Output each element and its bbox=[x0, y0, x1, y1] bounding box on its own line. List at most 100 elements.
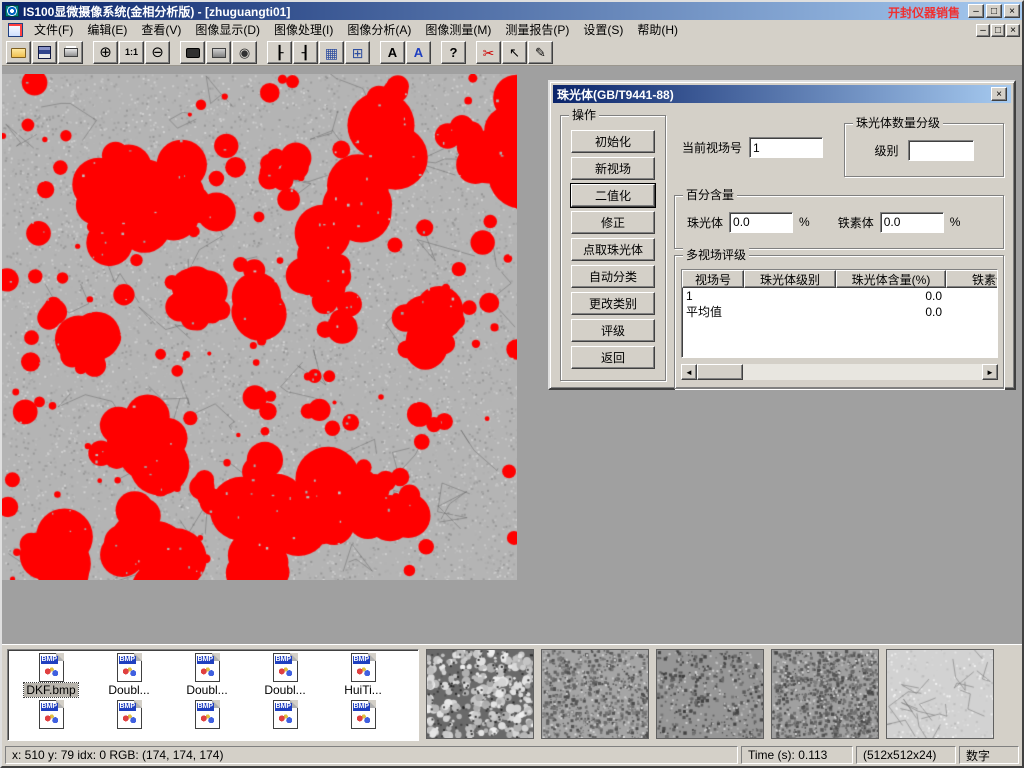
video-capture-button[interactable] bbox=[206, 41, 231, 64]
binarize-button[interactable]: 二值化 bbox=[571, 184, 655, 207]
file-item[interactable]: BMP bbox=[324, 700, 402, 729]
zoom-out-button[interactable]: ⊖ bbox=[145, 41, 170, 64]
menu-item[interactable]: 文件(F) bbox=[27, 21, 80, 39]
grade-level-input[interactable] bbox=[908, 140, 974, 161]
thumbnail-image[interactable] bbox=[656, 649, 764, 739]
window-controls: – □ × bbox=[968, 4, 1020, 18]
mdi-restore-button[interactable]: □ bbox=[991, 24, 1005, 37]
paint-art bbox=[121, 666, 138, 678]
text-style-button[interactable]: A bbox=[406, 41, 431, 64]
change-class-button[interactable]: 更改类别 bbox=[571, 292, 655, 315]
file-item[interactable]: BMPDKF.bmp bbox=[12, 653, 90, 697]
dialog-close-button[interactable]: × bbox=[991, 87, 1007, 101]
paint-art bbox=[121, 713, 138, 725]
thumbnail-image[interactable] bbox=[771, 649, 879, 739]
thumbnail-image[interactable] bbox=[541, 649, 649, 739]
menu-item[interactable]: 帮助(H) bbox=[630, 21, 685, 39]
app-logo-icon bbox=[5, 5, 19, 17]
file-item[interactable]: BMPDoubl... bbox=[246, 653, 324, 697]
camera-button[interactable] bbox=[180, 41, 205, 64]
mdi-close-button[interactable]: × bbox=[1006, 24, 1020, 37]
init-button[interactable]: 初始化 bbox=[571, 130, 655, 153]
table-row[interactable]: 10.0 bbox=[682, 288, 997, 304]
table-row[interactable]: 平均值0.0 bbox=[682, 304, 997, 320]
new-field-button[interactable]: 新视场 bbox=[571, 157, 655, 180]
grading-group: 珠光体数量分级 级别 bbox=[844, 123, 1004, 177]
table-cell bbox=[744, 288, 836, 304]
print-button[interactable] bbox=[58, 41, 83, 64]
file-list[interactable]: BMPDKF.bmpBMPDoubl...BMPDoubl...BMPDoubl… bbox=[7, 649, 419, 741]
file-item[interactable]: BMP bbox=[90, 700, 168, 729]
bmp-badge: BMP bbox=[197, 703, 215, 711]
grid-button[interactable]: ⊞ bbox=[345, 41, 370, 64]
multi-field-group: 多视场评级 视场号珠光体级别珠光体含量(%)铁素体 10.0平均值0.0 ◄ ► bbox=[674, 255, 1004, 389]
calibration-button[interactable]: ▦ bbox=[319, 41, 344, 64]
menu-item[interactable]: 图像分析(A) bbox=[340, 21, 418, 39]
menu-item[interactable]: 查看(V) bbox=[134, 21, 188, 39]
menu-item[interactable]: 图像测量(M) bbox=[418, 21, 498, 39]
pick-pearlite-button[interactable]: 点取珠光体 bbox=[571, 238, 655, 261]
ferrite-percent-input[interactable] bbox=[880, 212, 944, 233]
scrollbar-thumb[interactable] bbox=[697, 364, 743, 380]
close-button[interactable]: × bbox=[1004, 4, 1020, 18]
table-scrollbar[interactable]: ◄ ► bbox=[681, 364, 998, 380]
table-header: 视场号珠光体级别珠光体含量(%)铁素体 bbox=[682, 270, 997, 288]
menu-item[interactable]: 设置(S) bbox=[576, 21, 630, 39]
return-button[interactable]: 返回 bbox=[571, 346, 655, 369]
mdi-document-icon[interactable] bbox=[8, 23, 23, 37]
column-header[interactable]: 珠光体含量(%) bbox=[836, 270, 946, 288]
file-item[interactable]: BMP bbox=[246, 700, 324, 729]
bmp-badge: BMP bbox=[119, 703, 137, 711]
help-button[interactable]: ? bbox=[441, 41, 466, 64]
metallograph-image[interactable] bbox=[2, 74, 517, 580]
status-bar: x: 510 y: 79 idx: 0 RGB: (174, 174, 174)… bbox=[2, 744, 1022, 766]
measure-a-button[interactable]: ┠ bbox=[267, 41, 292, 64]
column-header[interactable]: 铁素体 bbox=[946, 270, 998, 288]
capture-frame-button[interactable]: ◉ bbox=[232, 41, 257, 64]
current-field-label: 当前视场号 bbox=[682, 139, 742, 156]
open-folder-button[interactable] bbox=[6, 41, 31, 64]
thumbnail-image[interactable] bbox=[886, 649, 994, 739]
measure-b-icon: ┨ bbox=[297, 45, 315, 61]
pearlite-percent-input[interactable] bbox=[729, 212, 793, 233]
text-annotation-button[interactable]: A bbox=[380, 41, 405, 64]
color-picker-button[interactable]: ✎ bbox=[528, 41, 553, 64]
thumbnail-image[interactable] bbox=[426, 649, 534, 739]
file-item[interactable]: BMPDoubl... bbox=[90, 653, 168, 697]
file-item[interactable]: BMPDoubl... bbox=[168, 653, 246, 697]
save-button[interactable] bbox=[32, 41, 57, 64]
status-position: x: 510 y: 79 idx: 0 RGB: (174, 174, 174) bbox=[5, 746, 738, 764]
minimize-button[interactable]: – bbox=[968, 4, 984, 18]
column-header[interactable]: 视场号 bbox=[682, 270, 744, 288]
menu-item[interactable]: 测量报告(P) bbox=[498, 21, 576, 39]
column-header[interactable]: 珠光体级别 bbox=[744, 270, 836, 288]
bmp-badge: BMP bbox=[41, 703, 59, 711]
bmp-file-icon: BMP bbox=[195, 700, 220, 729]
menu-item[interactable]: 图像显示(D) bbox=[188, 21, 267, 39]
correct-button[interactable]: 修正 bbox=[571, 211, 655, 234]
grade-button[interactable]: 评级 bbox=[571, 319, 655, 342]
file-item[interactable]: BMP bbox=[12, 700, 90, 729]
scroll-right-button[interactable]: ► bbox=[982, 364, 998, 380]
mdi-minimize-button[interactable]: – bbox=[976, 24, 990, 37]
current-field-input[interactable] bbox=[749, 137, 823, 158]
zoom-in-button[interactable]: ⊕ bbox=[93, 41, 118, 64]
delete-measure-button[interactable]: ✂ bbox=[476, 41, 501, 64]
file-item[interactable]: BMP bbox=[168, 700, 246, 729]
menu-item[interactable]: 编辑(E) bbox=[80, 21, 134, 39]
dialog-title-bar[interactable]: 珠光体(GB/T9441-88) × bbox=[553, 85, 1011, 103]
bmp-file-icon: BMP bbox=[273, 700, 298, 729]
measure-b-button[interactable]: ┨ bbox=[293, 41, 318, 64]
percent-group: 百分含量 珠光体 % 铁素体 % bbox=[674, 195, 1004, 249]
pointer-button[interactable]: ↖ bbox=[502, 41, 527, 64]
scroll-left-button[interactable]: ◄ bbox=[681, 364, 697, 380]
bmp-badge: BMP bbox=[119, 656, 137, 664]
thumbnail-strip bbox=[426, 649, 994, 741]
maximize-button[interactable]: □ bbox=[986, 4, 1002, 18]
actual-size-button[interactable]: 1:1 bbox=[119, 41, 144, 64]
menu-item[interactable]: 图像处理(I) bbox=[267, 21, 340, 39]
auto-classify-button[interactable]: 自动分类 bbox=[571, 265, 655, 288]
file-item[interactable]: BMPHuiTi... bbox=[324, 653, 402, 697]
grading-group-label: 珠光体数量分级 bbox=[853, 116, 943, 130]
video-capture-icon bbox=[212, 48, 226, 58]
